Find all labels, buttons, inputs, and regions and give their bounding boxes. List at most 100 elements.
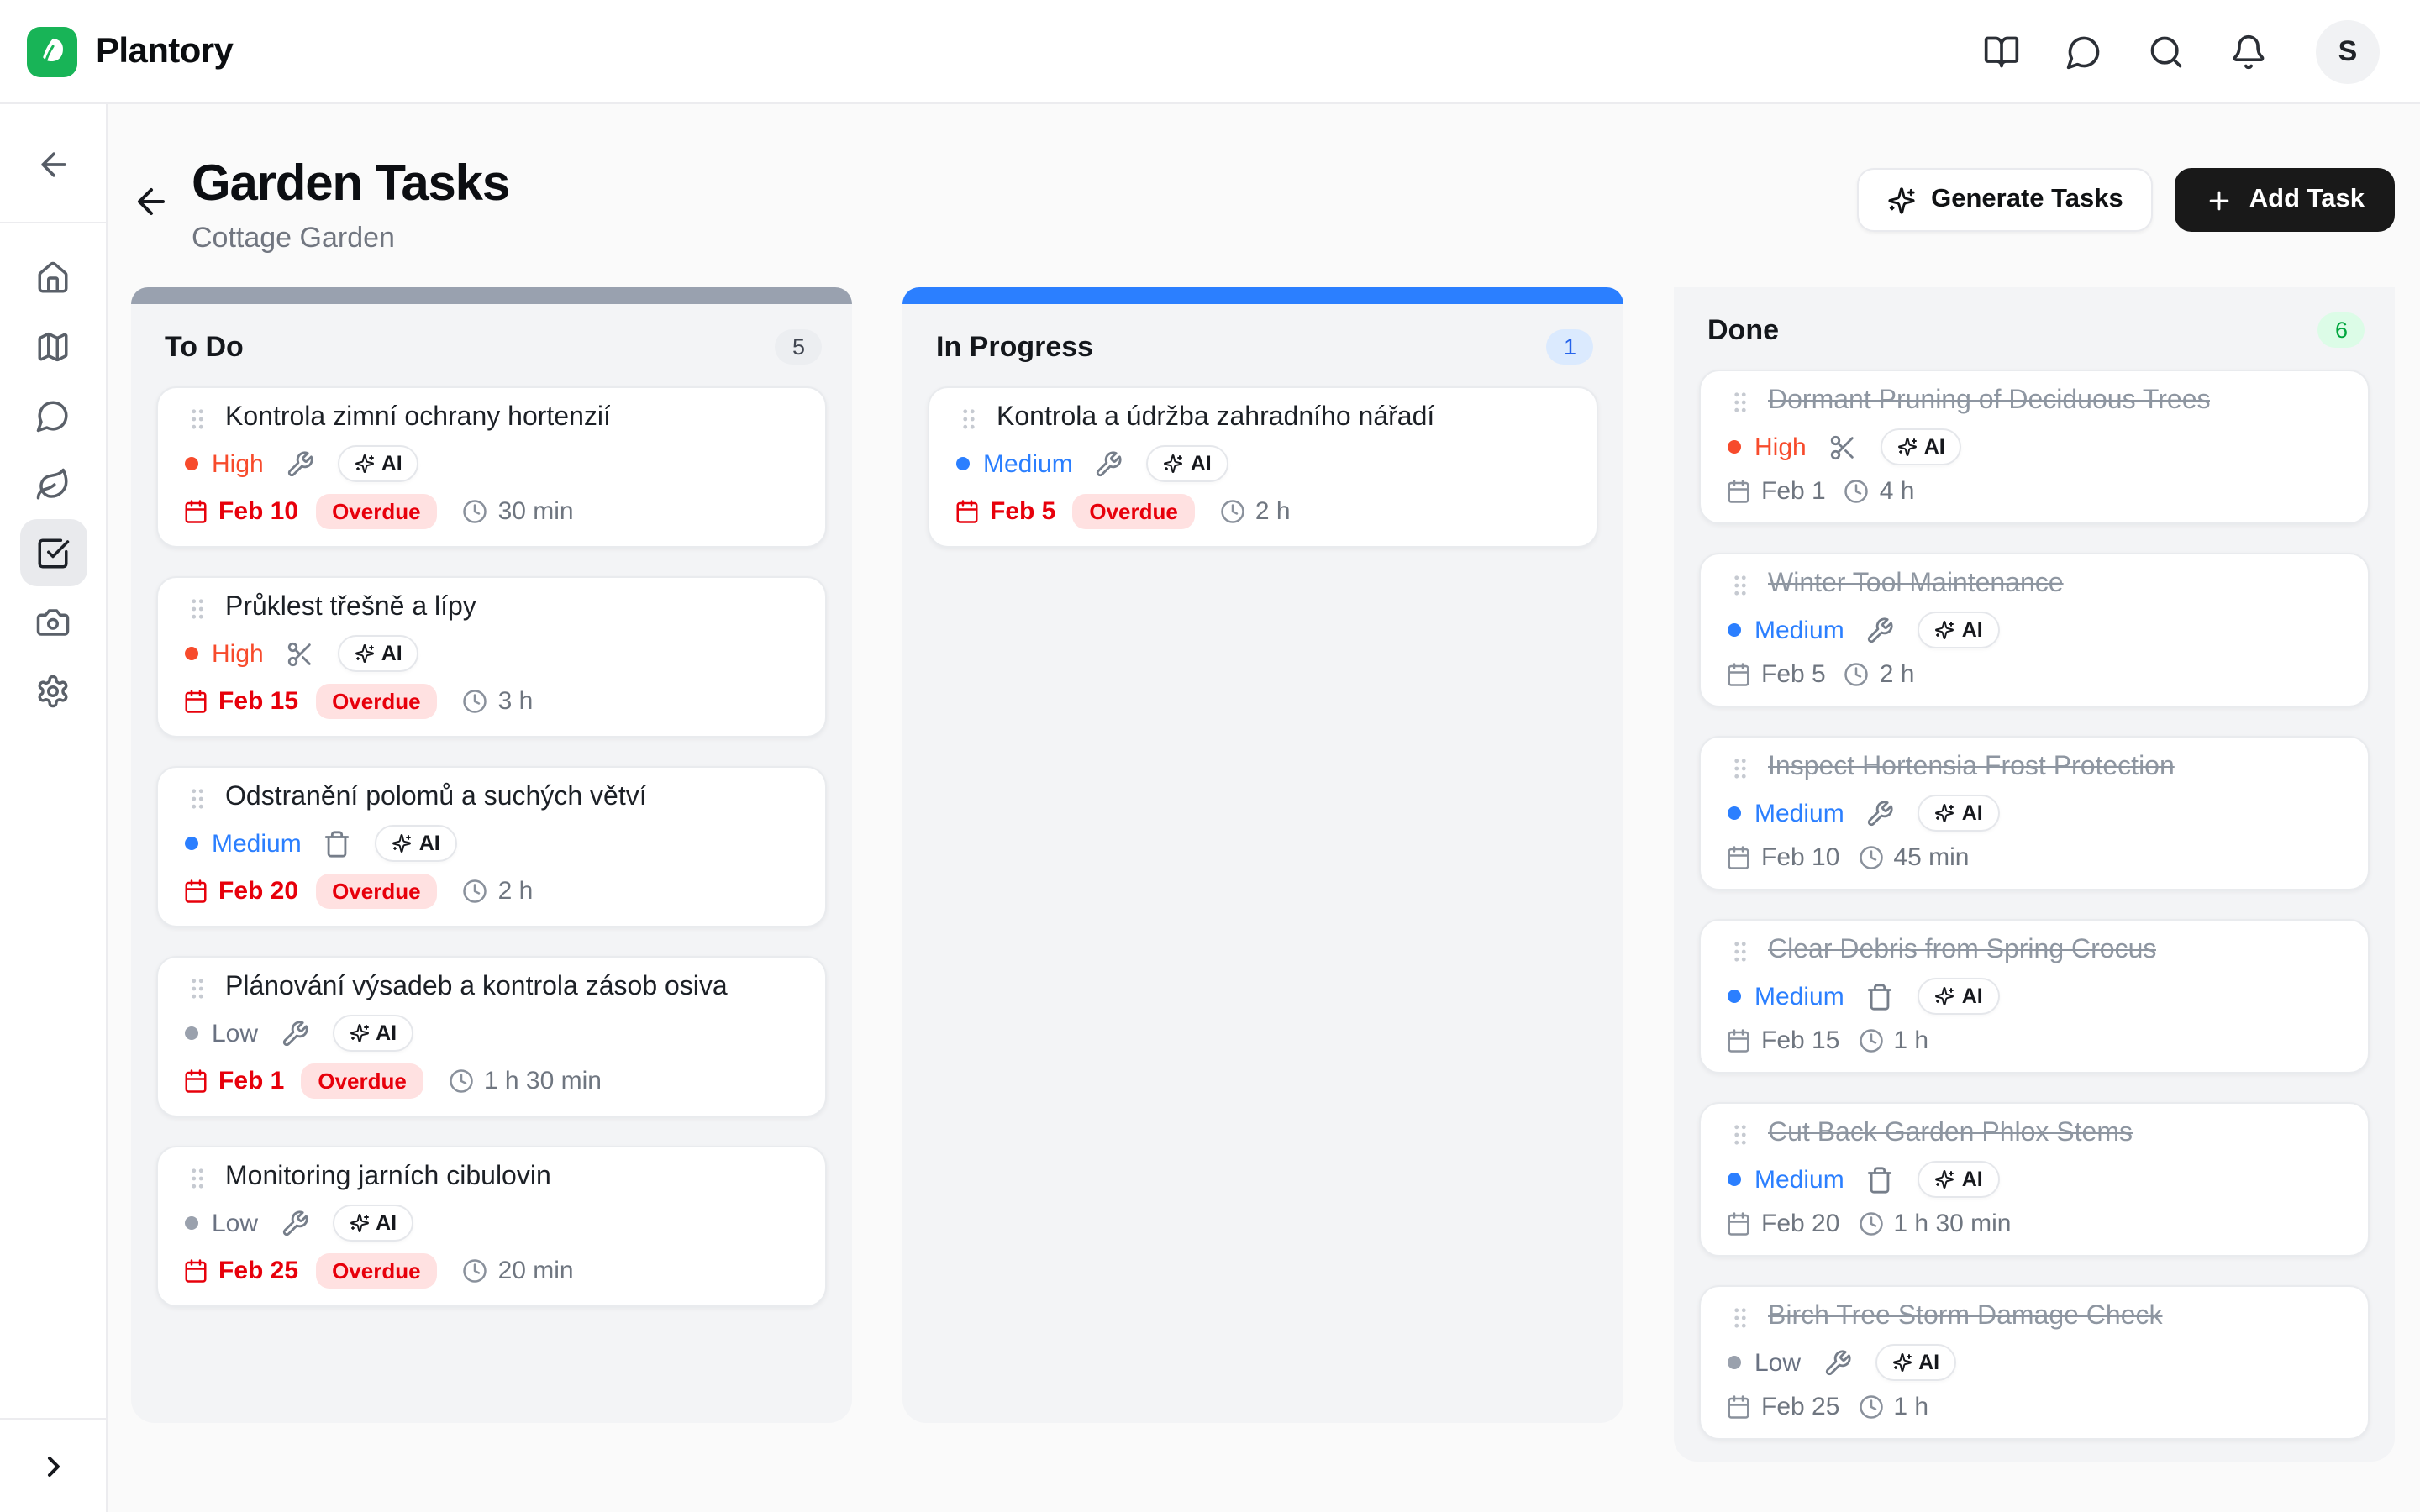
drag-handle-icon[interactable] <box>955 404 983 433</box>
sidebar-item-home[interactable] <box>19 244 87 311</box>
drag-handle-icon[interactable] <box>183 974 212 1002</box>
sparkles-icon <box>355 643 375 664</box>
priority-dot <box>956 457 970 470</box>
drag-handle-icon[interactable] <box>183 784 212 812</box>
generate-tasks-button[interactable]: Generate Tasks <box>1857 168 2154 232</box>
ai-badge[interactable]: AI <box>338 635 419 672</box>
task-card[interactable]: Průklest třešně a lípy High AI Feb 15 Ov… <box>156 576 827 738</box>
book-open-icon[interactable] <box>1983 33 2020 70</box>
drag-handle-icon[interactable] <box>183 1163 212 1192</box>
priority-label: Medium <box>1754 799 1844 827</box>
chat-bubble-icon[interactable] <box>2065 33 2102 70</box>
task-card[interactable]: Kontrola zimní ochrany hortenzií High AI… <box>156 386 827 548</box>
sidebar-item-tasks[interactable] <box>19 519 87 586</box>
sidebar-item-plants[interactable] <box>19 450 87 517</box>
bell-icon[interactable] <box>2230 33 2267 70</box>
priority-label: Medium <box>212 829 302 858</box>
card-meta-row: Feb 5 Overdue 2 h <box>955 494 1571 529</box>
priority-label: Medium <box>1754 982 1844 1011</box>
task-card[interactable]: Odstranění polomů a suchých větví Medium… <box>156 766 827 927</box>
task-card[interactable]: Kontrola a údržba zahradního nářadí Medi… <box>928 386 1598 548</box>
search-icon[interactable] <box>2148 33 2185 70</box>
page-title-block: Garden Tasks Cottage Garden <box>192 155 509 255</box>
drag-handle-icon[interactable] <box>1726 1120 1754 1148</box>
column-cards: Kontrola a údržba zahradního nářadí Medi… <box>928 386 1598 548</box>
ai-badge[interactable]: AI <box>1918 978 2000 1015</box>
sidebar-back-button[interactable] <box>23 134 83 195</box>
sidebar-item-settings[interactable] <box>19 657 87 724</box>
ai-badge[interactable]: AI <box>338 445 419 482</box>
sidebar-item-photos[interactable] <box>19 588 87 655</box>
ai-badge-label: AI <box>1962 1168 1983 1191</box>
app-logo[interactable] <box>27 26 77 76</box>
sparkles-icon <box>355 454 375 474</box>
due-date: Feb 5 <box>1761 660 1826 689</box>
task-card[interactable]: Dormant Pruning of Deciduous Trees High … <box>1699 370 2370 524</box>
task-card[interactable]: Monitoring jarních cibulovin Low AI Feb … <box>156 1146 827 1307</box>
ai-badge-label: AI <box>381 642 402 665</box>
priority-dot <box>1728 623 1741 637</box>
drag-handle-icon[interactable] <box>183 404 212 433</box>
ai-badge[interactable]: AI <box>332 1015 413 1052</box>
card-title-row: Odstranění polomů a suchých větví <box>183 781 800 815</box>
clock-icon <box>463 499 488 524</box>
ai-badge-label: AI <box>1962 618 1983 642</box>
priority-dot <box>185 837 198 850</box>
clock-icon <box>463 1258 488 1284</box>
card-title-row: Monitoring jarních cibulovin <box>183 1161 800 1194</box>
priority-dot <box>185 647 198 660</box>
task-title: Winter Tool Maintenance <box>1768 568 2064 601</box>
ai-badge[interactable]: AI <box>1918 795 2000 832</box>
task-title: Kontrola zimní ochrany hortenzií <box>225 402 611 435</box>
task-card[interactable]: Plánování výsadeb a kontrola zásob osiva… <box>156 956 827 1117</box>
task-card[interactable]: Cut Back Garden Phlox Stems Medium AI Fe… <box>1699 1102 2370 1257</box>
ai-badge[interactable]: AI <box>1875 1344 1956 1381</box>
task-card[interactable]: Inspect Hortensia Frost Protection Mediu… <box>1699 736 2370 890</box>
calendar-icon <box>183 689 208 714</box>
column-color-bar <box>902 287 1623 304</box>
ai-badge[interactable]: AI <box>1881 428 1962 465</box>
card-priority-row: Medium AI <box>1726 978 2343 1015</box>
drag-handle-icon[interactable] <box>1726 387 1754 416</box>
due-date: Feb 15 <box>1761 1026 1839 1055</box>
priority-label: Low <box>212 1209 258 1237</box>
due-date: Feb 20 <box>218 877 298 906</box>
task-card[interactable]: Clear Debris from Spring Crocus Medium A… <box>1699 919 2370 1074</box>
card-priority-row: Medium AI <box>1726 795 2343 832</box>
ai-badge[interactable]: AI <box>1147 445 1228 482</box>
board-column-inprogress: In Progress 1 Kontrola a údržba zahradní… <box>902 287 1623 1423</box>
sidebar-expand-button[interactable] <box>0 1420 106 1512</box>
ai-badge[interactable]: AI <box>332 1205 413 1242</box>
drag-handle-icon[interactable] <box>1726 753 1754 782</box>
sidebar-item-messages[interactable] <box>19 381 87 449</box>
task-title: Cut Back Garden Phlox Stems <box>1768 1117 2133 1151</box>
ai-badge[interactable]: AI <box>1918 1161 2000 1198</box>
card-priority-row: Low AI <box>183 1015 800 1052</box>
drag-handle-icon[interactable] <box>1726 570 1754 599</box>
task-card[interactable]: Winter Tool Maintenance Medium AI Feb 5 … <box>1699 553 2370 707</box>
due-date: Feb 15 <box>218 687 298 716</box>
priority-label: High <box>212 449 264 478</box>
task-title: Monitoring jarních cibulovin <box>225 1161 551 1194</box>
column-color-bar <box>131 287 852 304</box>
priority-dot <box>1728 1356 1741 1369</box>
column-header: In Progress 1 <box>928 326 1598 365</box>
ai-badge[interactable]: AI <box>1918 612 2000 648</box>
calendar-icon <box>183 499 208 524</box>
drag-handle-icon[interactable] <box>1726 1303 1754 1331</box>
ai-badge[interactable]: AI <box>376 825 457 862</box>
task-card[interactable]: Birch Tree Storm Damage Check Low AI Feb… <box>1699 1285 2370 1440</box>
sidebar-nav <box>19 244 87 724</box>
back-arrow-icon[interactable] <box>131 181 171 222</box>
drag-handle-icon[interactable] <box>1726 937 1754 965</box>
duration: 30 min <box>498 497 574 526</box>
wrench-icon <box>1823 1348 1851 1377</box>
sidebar-item-map[interactable] <box>19 312 87 380</box>
duration: 20 min <box>498 1257 574 1285</box>
sparkles-icon <box>1164 454 1184 474</box>
ai-badge-label: AI <box>1924 435 1945 459</box>
avatar[interactable]: S <box>2316 19 2380 83</box>
priority-dot <box>1728 440 1741 454</box>
add-task-button[interactable]: Add Task <box>2175 168 2395 232</box>
drag-handle-icon[interactable] <box>183 594 212 622</box>
